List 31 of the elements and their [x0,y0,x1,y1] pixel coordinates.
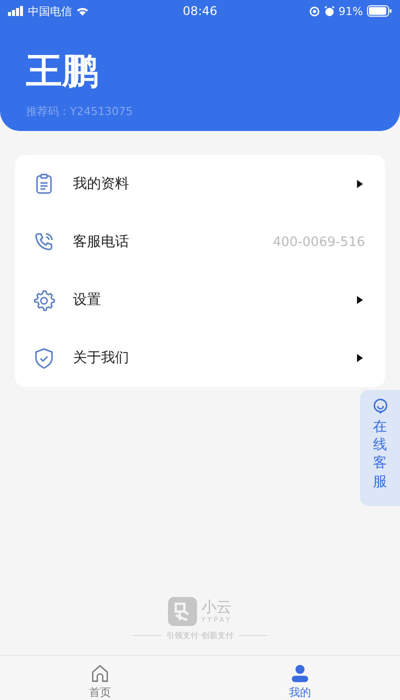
nav-tab[interactable]: 我的 [200,656,400,700]
referral-code: 推荐码：Y24513075 [26,104,134,119]
home-icon [89,663,111,683]
brand-slogan: 引领支付·创新支付 [166,630,234,641]
signal-icon [8,6,24,16]
smile-icon [372,398,388,415]
carrier-name: 中国电信 [28,4,72,18]
clock-time: 08:46 [182,4,218,18]
caret-icon [357,180,363,188]
person-icon [289,663,311,683]
wifi-icon [76,6,89,16]
battery-icon [367,5,392,17]
phone-number: 400-0069-516 [272,234,365,250]
phone-icon [33,231,55,253]
nav-tab[interactable]: 首页 [0,656,200,700]
menu-item[interactable]: 关于我们 [33,329,365,387]
settings-icon [33,289,55,311]
lock-rotation-icon [308,6,320,16]
battery-percent: 91% [338,4,363,18]
user-name: 王鹏 [26,50,99,94]
shield-check-icon [33,347,55,369]
brand-name: 小云 [201,599,232,616]
alarm-icon [324,6,335,16]
menu-item[interactable]: 客服电话 400-0069-516 [33,213,365,271]
menu-item[interactable]: 我的资料 [33,155,365,213]
caret-icon [357,354,363,362]
caret-icon [357,296,363,304]
service-button[interactable]: 在线客服 [360,390,400,506]
brand-logo-icon [168,597,198,626]
menu-item[interactable]: 设置 [33,271,365,329]
service-label: 在线客服 [373,418,387,491]
